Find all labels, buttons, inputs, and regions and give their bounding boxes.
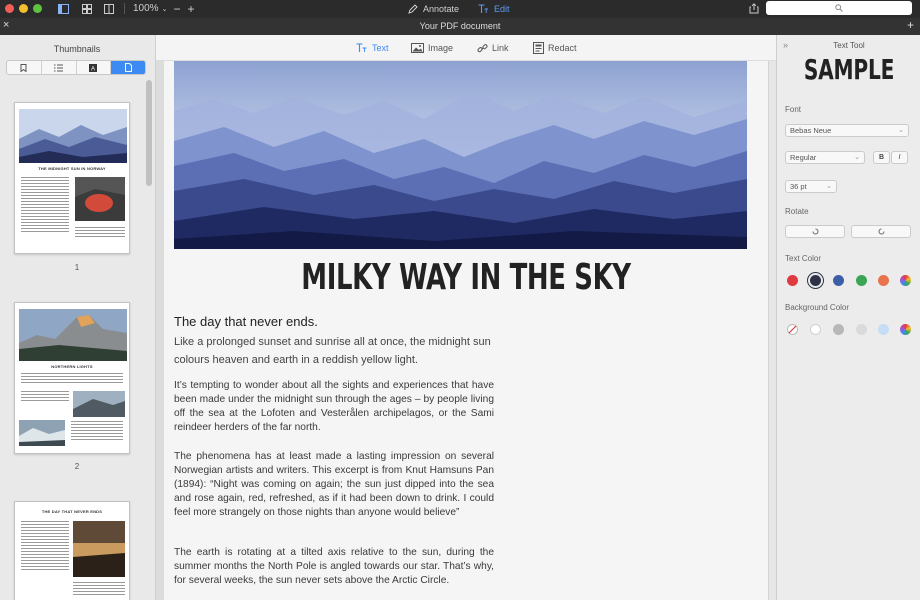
text-color-label: Text Color [785,254,822,263]
new-tab-icon[interactable]: + [907,18,914,32]
body-paragraph[interactable]: The phenomena has at least made a lastin… [174,450,494,520]
page-thumbnail-2[interactable]: NORTHERN LIGHTS [14,302,130,454]
page-subheading[interactable]: The day that never ends. [174,314,318,329]
redact-tool-icon [533,42,544,54]
thumbnail-heading: NORTHERN LIGHTS [51,364,93,369]
list-icon[interactable] [42,61,77,74]
chevron-down-icon: ⌄ [826,183,832,190]
window-toolbar: 100% ⌄ − + Annotate Edit [0,0,920,18]
page-icon[interactable] [111,61,145,74]
link-tool-button[interactable]: Link [477,41,509,55]
search-icon [835,4,843,12]
chevron-down-icon: ⌄ [854,154,860,161]
edit-label: Edit [494,3,510,14]
image-tool-icon [411,43,424,53]
image-tool-button[interactable]: Image [411,41,453,55]
zoom-value: 100% [133,3,159,14]
search-field[interactable] [766,1,912,15]
page-thumbnail-3[interactable]: THE DAY THAT NEVER ENDS [14,501,130,600]
rotate-right-button[interactable] [851,225,911,238]
text-color-green-swatch[interactable] [856,275,867,286]
sidebar-view-switcher: A [6,60,146,75]
edit-mode-button[interactable]: Edit [478,2,510,15]
sidebar-title: Thumbnails [53,44,101,54]
document-scrollbar[interactable] [768,61,776,600]
thumbnail-heading: THE MIDNIGHT SUN IN NORWAY [38,166,106,171]
rotate-label: Rotate [785,207,809,216]
page-layout-icon[interactable] [103,2,115,15]
thumbnail-page-number: 1 [74,263,80,272]
page-headline[interactable]: MILKY WAY IN THE SKY [249,257,684,298]
chevron-down-icon: ⌄ [898,127,904,134]
sidebar-toggle-icon[interactable] [57,2,69,15]
panel-title: Text Tool [833,41,865,50]
share-icon[interactable] [748,2,760,15]
hero-mountain-image [174,61,747,249]
chevron-down-icon: ⌄ [161,5,168,13]
text-color-dark-swatch[interactable] [810,275,821,286]
zoom-select[interactable]: 100% ⌄ [133,2,167,15]
redact-tool-label: Redact [548,43,577,53]
link-tool-icon [477,43,488,52]
annotate-pen-icon [408,3,418,14]
bookmark-icon[interactable] [7,61,42,74]
text-tool-panel: » Text Tool SAMPLE Font Bebas Neue ⌄ Reg… [776,35,920,600]
no-background-swatch[interactable] [787,324,798,335]
body-paragraph[interactable]: It’s tempting to wonder about all the si… [174,379,494,435]
text-tool-button[interactable]: Text [356,41,389,55]
minimize-window-button[interactable] [19,4,28,13]
rotate-left-icon [812,228,818,235]
sidebar-scrollbar[interactable] [146,80,152,186]
thumbnail-page-number: 2 [74,462,80,471]
lead-paragraph[interactable]: Like a prolonged sunset and sunrise all … [174,333,494,369]
font-style-select[interactable]: Regular ⌄ [785,151,865,164]
italic-button[interactable]: I [891,151,908,164]
zoom-in-button[interactable]: + [186,2,196,16]
font-size-select[interactable]: 36 pt ⌄ [785,180,837,193]
font-family-select[interactable]: Bebas Neue ⌄ [785,124,909,137]
thumbnails-sidebar: Thumbnails A THE MIDNIGHT SUN IN NORWAY [0,35,156,600]
zoom-out-button[interactable]: − [172,2,182,16]
page-thumbnail-1[interactable]: THE MIDNIGHT SUN IN NORWAY [14,102,130,254]
annotate-mode-button[interactable]: Annotate [408,2,459,15]
document-title: Your PDF document [419,21,501,31]
zoom-window-button[interactable] [33,4,42,13]
text-color-orange-swatch[interactable] [878,275,889,286]
text-tool-icon [356,43,367,52]
annotation-icon[interactable]: A [77,61,112,74]
custom-background-wheel-icon[interactable] [900,324,911,335]
font-preview: SAMPLE [803,53,895,86]
custom-color-wheel-icon[interactable] [900,275,911,286]
background-gray-swatch[interactable] [833,324,844,335]
background-light-gray-swatch[interactable] [856,324,867,335]
close-window-button[interactable] [5,4,14,13]
background-white-swatch[interactable] [810,324,821,335]
edit-text-icon [478,3,488,13]
redact-tool-button[interactable]: Redact [533,41,577,55]
document-tab-bar: × Your PDF document + [0,18,920,35]
font-family-value: Bebas Neue [790,126,832,135]
font-size-value: 36 pt [790,182,807,191]
svg-text:A: A [91,66,95,72]
font-style-value: Regular [790,153,817,162]
annotate-label: Annotate [423,3,460,14]
rotate-left-button[interactable] [785,225,845,238]
rotate-right-icon [878,228,884,235]
image-tool-label: Image [428,43,454,53]
text-tool-label: Text [372,43,389,53]
bold-button[interactable]: B [873,151,890,164]
thumbnail-heading: THE DAY THAT NEVER ENDS [41,509,103,514]
background-color-label: Background Color [785,303,850,312]
grid-view-icon[interactable] [81,2,93,15]
document-viewport: MILKY WAY IN THE SKY The day that never … [156,61,776,600]
link-tool-label: Link [492,43,509,53]
text-color-blue-swatch[interactable] [833,275,844,286]
pdf-page: MILKY WAY IN THE SKY The day that never … [164,61,768,600]
edit-tools-bar: Text Image Link Redact [156,35,776,61]
text-color-red-swatch[interactable] [787,275,798,286]
font-label: Font [785,105,802,114]
background-light-blue-swatch[interactable] [878,324,889,335]
body-paragraph[interactable]: The earth is rotating at a tilted axis r… [174,546,494,588]
